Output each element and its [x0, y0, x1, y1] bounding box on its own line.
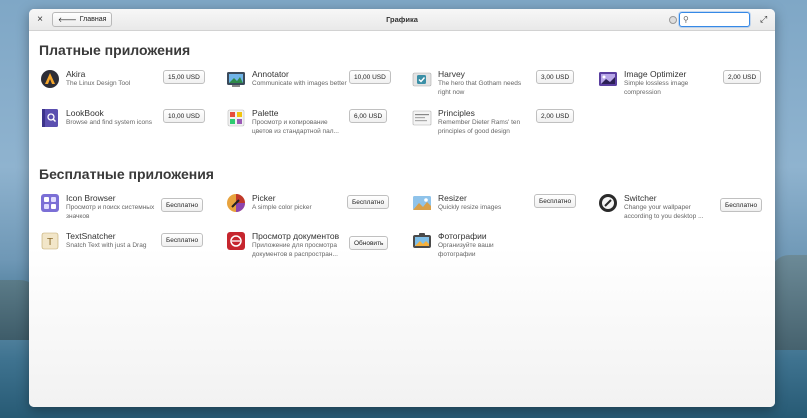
annotator-icon [226, 69, 246, 89]
app-card-document-viewer[interactable]: Просмотр документов Приложение для просм… [226, 231, 406, 265]
app-name: Akira [66, 69, 86, 79]
app-description: Remember Dieter Rams' ten principles of … [438, 119, 521, 135]
app-name: TextSnatcher [66, 231, 116, 241]
app-description: Change your wallpaper according to you d… [624, 204, 704, 220]
price-button[interactable]: 10,00 USD [163, 109, 205, 123]
switcher-icon [598, 193, 618, 213]
app-name: Annotator [252, 69, 289, 79]
titlebar: × 🡐 Главная Графика ⚲ ⤢ [29, 9, 775, 31]
content-fade [29, 247, 775, 407]
price-button[interactable]: 15,00 USD [163, 70, 205, 84]
app-card-akira[interactable]: Akira The Linux Design Tool 15,00 USD [40, 69, 220, 103]
download-progress-icon[interactable] [669, 16, 677, 24]
app-description: Просмотр и копирование цветов из стандар… [252, 119, 339, 135]
price-button[interactable]: 2,00 USD [723, 70, 762, 84]
app-description: Приложение для просмотра документов в ра… [252, 242, 338, 258]
app-card-textsnatcher[interactable]: T TextSnatcher Snatch Text with just a D… [40, 231, 220, 265]
app-name: Picker [252, 193, 276, 203]
close-button[interactable]: × [33, 13, 47, 27]
app-description: Snatch Text with just a Drag [66, 242, 147, 249]
app-name: Palette [252, 108, 279, 118]
arrow-left-icon: 🡐 [58, 17, 77, 24]
principles-icon [412, 108, 432, 128]
lookbook-icon [40, 108, 60, 128]
maximize-button[interactable]: ⤢ [760, 14, 767, 25]
price-button[interactable]: 3,00 USD [536, 70, 575, 84]
app-card-annotator[interactable]: Annotator Communicate with images better… [226, 69, 406, 103]
app-description: The hero that Gotham needs right now [438, 80, 522, 96]
akira-icon [40, 69, 60, 89]
appcenter-window: × 🡐 Главная Графика ⚲ ⤢ Платные приложен… [29, 9, 775, 407]
svg-text:T: T [47, 237, 53, 248]
document-viewer-icon [226, 231, 246, 251]
app-name: Principles [438, 108, 475, 118]
app-card-photos[interactable]: Фотографии Организуйте ваши фотографии [412, 231, 592, 265]
app-card-icon-browser[interactable]: Icon Browser Просмотр и поиск системных … [40, 193, 220, 227]
app-name: Resizer [438, 193, 467, 203]
price-button[interactable]: 2,00 USD [536, 109, 575, 123]
app-card-principles[interactable]: Principles Remember Dieter Rams' ten pri… [412, 108, 592, 142]
app-name: Фотографии [438, 231, 487, 241]
app-name: LookBook [66, 108, 104, 118]
palette-icon [226, 108, 246, 128]
textsnatcher-icon: T [40, 231, 60, 251]
app-name: Switcher [624, 193, 657, 203]
app-name: Harvey [438, 69, 465, 79]
back-button[interactable]: 🡐 Главная [52, 12, 113, 27]
app-card-picker[interactable]: Picker A simple color picker Бесплатно [226, 193, 406, 227]
app-card-lookbook[interactable]: LookBook Browse and find system icons 10… [40, 108, 220, 142]
app-description: Просмотр и поиск системных значков [66, 204, 155, 220]
free-button[interactable]: Бесплатно [161, 233, 204, 247]
update-button[interactable]: Обновить [349, 236, 389, 250]
app-description: Browse and find system icons [66, 119, 152, 126]
app-description: Communicate with images better [252, 80, 347, 87]
app-description: The Linux Design Tool [66, 80, 131, 87]
app-card-harvey[interactable]: Harvey The hero that Gotham needs right … [412, 69, 592, 103]
app-card-image-optimizer[interactable]: Image Optimizer Simple lossless image co… [598, 69, 775, 103]
photos-icon [412, 231, 432, 251]
app-description: Организуйте ваши фотографии [438, 242, 494, 258]
harvey-icon [412, 69, 432, 89]
app-card-switcher[interactable]: Switcher Change your wallpaper according… [598, 193, 775, 227]
app-name: Просмотр документов [252, 231, 340, 241]
free-button[interactable]: Бесплатно [347, 195, 390, 209]
search-field[interactable]: ⚲ [679, 12, 750, 27]
icon-browser-icon [40, 193, 60, 213]
wallpaper-rock-right [771, 255, 807, 350]
search-input[interactable] [694, 16, 750, 23]
resizer-icon [412, 193, 432, 213]
image-optimizer-icon [598, 69, 618, 89]
free-button[interactable]: Бесплатно [161, 198, 204, 212]
app-description: Simple lossless image compression [624, 80, 689, 96]
free-button[interactable]: Бесплатно [534, 194, 577, 208]
app-name: Icon Browser [66, 193, 116, 203]
search-icon: ⚲ [683, 15, 689, 24]
free-button[interactable]: Бесплатно [720, 198, 763, 212]
app-description: Quickly resize images [438, 204, 502, 211]
free-apps-heading: Бесплатные приложения [39, 166, 214, 182]
app-card-resizer[interactable]: Resizer Quickly resize images Бесплатно [412, 193, 592, 227]
picker-icon [226, 193, 246, 213]
window-title: Графика [386, 15, 418, 24]
app-card-palette[interactable]: Palette Просмотр и копирование цветов из… [226, 108, 406, 142]
paid-apps-heading: Платные приложения [39, 42, 191, 58]
app-name: Image Optimizer [624, 69, 687, 79]
price-button[interactable]: 10,00 USD [349, 70, 391, 84]
app-description: A simple color picker [252, 204, 312, 211]
back-button-label: Главная [79, 16, 107, 23]
price-button[interactable]: 6,00 USD [349, 109, 388, 123]
